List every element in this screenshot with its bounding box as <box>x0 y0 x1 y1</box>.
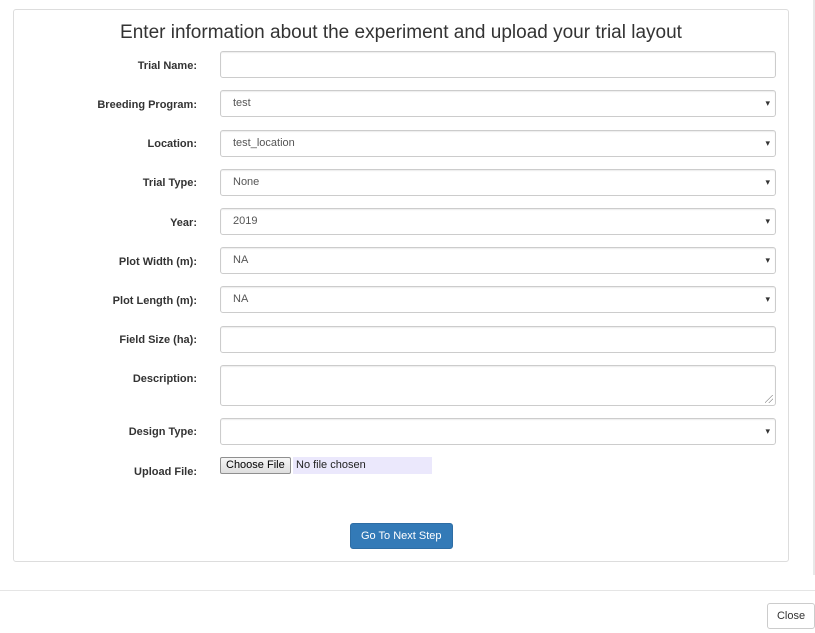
page-title: Enter information about the experiment a… <box>120 22 682 43</box>
chevron-down-icon: ▾ <box>765 255 770 265</box>
file-upload-input[interactable]: Choose File No file chosen <box>220 457 432 474</box>
description-label: Description: <box>132 373 197 385</box>
description-textarea[interactable] <box>220 365 776 406</box>
trial-form-panel: Enter information about the experiment a… <box>13 9 789 562</box>
file-status-text: No file chosen <box>293 457 432 474</box>
breeding-program-value: test <box>233 97 251 109</box>
breeding-program-label: Breeding Program: <box>97 99 197 111</box>
trial-type-value: None <box>233 176 260 188</box>
close-button[interactable]: Close <box>767 603 815 629</box>
breeding-program-select[interactable]: test ▾ <box>220 90 776 117</box>
location-select[interactable]: test_location ▾ <box>220 130 776 157</box>
plot-length-value: NA <box>233 293 249 305</box>
plot-width-label: Plot Width (m): <box>118 256 197 268</box>
chevron-down-icon: ▾ <box>765 216 770 226</box>
location-label: Location: <box>147 138 198 150</box>
year-value: 2019 <box>233 215 258 227</box>
chevron-down-icon: ▾ <box>765 98 770 108</box>
plot-length-label: Plot Length (m): <box>112 295 197 307</box>
design-type-select[interactable]: ▾ <box>220 418 776 445</box>
location-value: test_location <box>233 137 295 149</box>
trial-name-input[interactable] <box>220 51 776 78</box>
trial-type-label: Trial Type: <box>142 177 197 189</box>
go-to-next-step-button[interactable]: Go To Next Step <box>350 523 453 549</box>
footer-divider <box>0 590 815 591</box>
plot-width-value: NA <box>233 254 249 266</box>
chevron-down-icon: ▾ <box>765 138 770 148</box>
year-label: Year: <box>170 217 197 229</box>
chevron-down-icon: ▾ <box>765 177 770 187</box>
choose-file-button[interactable]: Choose File <box>220 457 291 474</box>
field-size-label: Field Size (ha): <box>119 334 197 346</box>
resize-handle-icon[interactable] <box>765 395 773 403</box>
field-size-input[interactable] <box>220 326 776 353</box>
plot-width-select[interactable]: NA ▾ <box>220 247 776 274</box>
plot-length-select[interactable]: NA ▾ <box>220 286 776 313</box>
chevron-down-icon: ▾ <box>765 294 770 304</box>
upload-file-label: Upload File: <box>134 466 197 478</box>
chevron-down-icon: ▾ <box>765 426 770 436</box>
year-select[interactable]: 2019 ▾ <box>220 208 776 235</box>
design-type-label: Design Type: <box>128 426 197 438</box>
trial-name-label: Trial Name: <box>137 60 197 72</box>
trial-type-select[interactable]: None ▾ <box>220 169 776 196</box>
